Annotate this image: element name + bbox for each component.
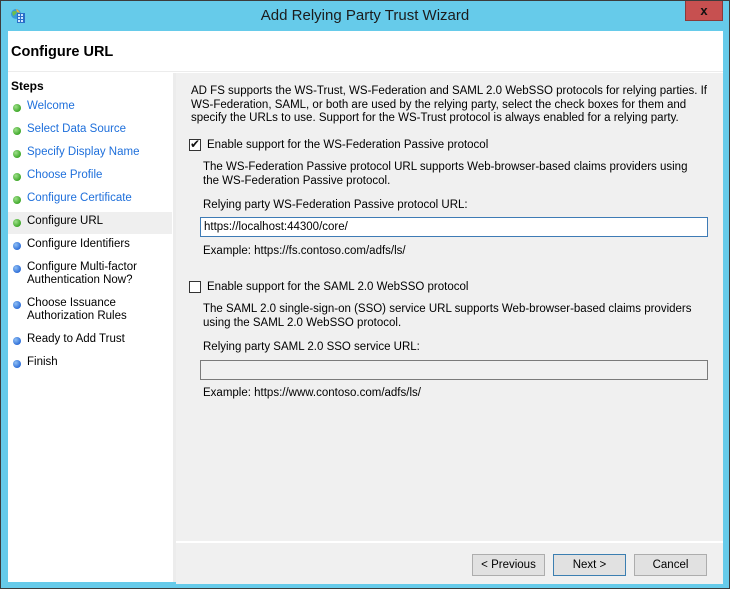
wizard-footer: < Previous Next > Cancel: [176, 541, 723, 584]
step-finish: Finish: [8, 353, 172, 375]
wsfed-url-input[interactable]: [200, 217, 708, 237]
step-configure-certificate[interactable]: Configure Certificate: [8, 189, 172, 211]
wizard-client-area: Configure URL Steps Welcome Select Data …: [8, 31, 723, 584]
step-pending-icon: [13, 360, 21, 368]
step-specify-display-name[interactable]: Specify Display Name: [8, 143, 172, 165]
steps-heading: Steps: [11, 79, 44, 93]
step-configure-identifiers: Configure Identifiers: [8, 235, 172, 257]
previous-button[interactable]: < Previous: [472, 554, 545, 576]
step-choose-profile[interactable]: Choose Profile: [8, 166, 172, 188]
saml-checkbox[interactable]: [189, 281, 201, 293]
step-complete-icon: [13, 196, 21, 204]
step-complete-icon: [13, 173, 21, 181]
saml-url-label: Relying party SAML 2.0 SSO service URL:: [203, 341, 420, 353]
wizard-window: Add Relying Party Trust Wizard x Configu…: [0, 0, 730, 589]
step-label: Finish: [27, 356, 58, 368]
saml-url-input[interactable]: [200, 360, 708, 380]
step-complete-icon: [13, 127, 21, 135]
content-panel: AD FS supports the WS-Trust, WS-Federati…: [176, 73, 723, 541]
step-configure-mfa: Configure Multi-factor Authentication No…: [8, 258, 172, 294]
step-label: Choose Issuance Authorization Rules: [27, 297, 127, 322]
step-complete-icon: [13, 104, 21, 112]
step-ready-to-add-trust: Ready to Add Trust: [8, 330, 172, 352]
step-pending-icon: [13, 242, 21, 250]
step-pending-icon: [13, 265, 21, 273]
step-pending-icon: [13, 301, 21, 309]
step-label: Configure Identifiers: [27, 238, 130, 250]
close-icon: x: [700, 3, 708, 18]
next-button[interactable]: Next >: [553, 554, 626, 576]
step-label: Select Data Source: [27, 123, 127, 135]
saml-example: Example: https://www.contoso.com/adfs/ls…: [203, 387, 421, 399]
wsfed-checkbox-label[interactable]: Enable support for the WS-Federation Pas…: [207, 139, 488, 153]
step-select-data-source[interactable]: Select Data Source: [8, 120, 172, 142]
step-label: Configure Multi-factor Authentication No…: [27, 261, 137, 286]
wizard-header: Configure URL: [8, 31, 723, 72]
wsfed-checkbox[interactable]: [189, 137, 201, 151]
saml-checkbox-label[interactable]: Enable support for the SAML 2.0 WebSSO p…: [207, 281, 468, 295]
step-label: Ready to Add Trust: [27, 333, 125, 345]
step-label: Specify Display Name: [27, 146, 140, 158]
steps-panel: Steps Welcome Select Data Source Specify…: [8, 73, 176, 582]
step-pending-icon: [13, 337, 21, 345]
window-title: Add Relying Party Trust Wizard: [260, 7, 470, 24]
step-issuance-authorization-rules: Choose Issuance Authorization Rules: [8, 294, 172, 330]
cancel-button[interactable]: Cancel: [634, 554, 707, 576]
page-title: Configure URL: [11, 44, 114, 60]
close-button[interactable]: x: [685, 1, 723, 21]
step-complete-icon: [13, 150, 21, 158]
wsfed-url-label: Relying party WS-Federation Passive prot…: [203, 199, 468, 211]
intro-text: AD FS supports the WS-Trust, WS-Federati…: [191, 85, 707, 124]
step-label: Welcome: [27, 100, 75, 112]
step-label: Configure Certificate: [27, 192, 132, 204]
step-label: Choose Profile: [27, 169, 103, 181]
saml-description: The SAML 2.0 single-sign-on (SSO) servic…: [203, 303, 692, 329]
step-current-icon: [13, 219, 21, 227]
wsfed-description: The WS-Federation Passive protocol URL s…: [203, 161, 688, 187]
wsfed-example: Example: https://fs.contoso.com/adfs/ls/: [203, 245, 406, 257]
step-label: Configure URL: [27, 215, 104, 227]
step-welcome[interactable]: Welcome: [8, 97, 172, 119]
step-configure-url: Configure URL: [8, 212, 172, 234]
title-bar[interactable]: Add Relying Party Trust Wizard x: [1, 1, 729, 31]
